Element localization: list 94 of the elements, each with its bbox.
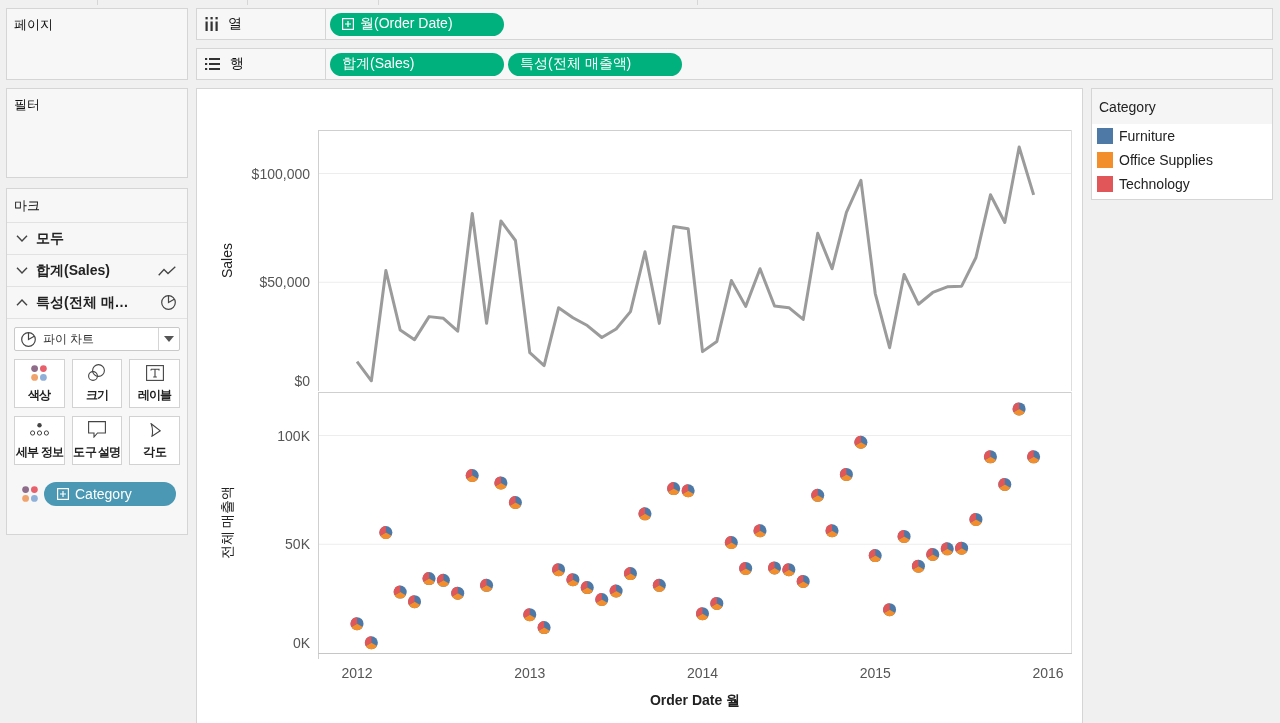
speech-bubble-icon xyxy=(88,421,106,438)
legend-title: Category xyxy=(1092,89,1272,124)
pie-marker xyxy=(1027,450,1041,464)
pie-marker xyxy=(926,547,940,561)
color-dots-icon xyxy=(31,364,48,381)
pie-marker xyxy=(940,542,954,556)
pie-marker xyxy=(883,603,897,617)
x-tick-label: 2012 xyxy=(341,665,373,681)
pie-marker xyxy=(897,529,911,543)
pie-marker xyxy=(451,586,465,600)
pie-marker xyxy=(408,595,422,609)
pie-marker xyxy=(350,617,364,631)
pie-marker xyxy=(480,578,494,592)
shelf-label: 열 xyxy=(228,15,242,33)
mark-property-button[interactable]: 레이블 xyxy=(129,359,180,408)
circles-icon xyxy=(88,364,106,381)
pie-chart-icon xyxy=(21,331,36,347)
pie-marker xyxy=(379,526,393,539)
pie-marker xyxy=(537,621,551,635)
pie-marker xyxy=(638,507,652,521)
pie-marker xyxy=(983,450,997,464)
legend-label: Furniture xyxy=(1119,128,1176,144)
legend-label: Office Supplies xyxy=(1119,152,1213,168)
caret-down-icon xyxy=(164,336,174,342)
mark-property-button[interactable]: 크기 xyxy=(71,359,123,408)
pie-chart-icon xyxy=(161,295,176,310)
dots-icon xyxy=(29,423,49,436)
pie-marker xyxy=(710,596,724,610)
legend-label: Technology xyxy=(1119,176,1190,192)
y-tick-label: $100,000 xyxy=(251,165,310,182)
columns-icon xyxy=(205,17,218,31)
pie-marker xyxy=(782,563,796,577)
card-title: 페이지 xyxy=(13,16,54,34)
list-icon xyxy=(205,58,220,70)
pie-marker xyxy=(739,561,753,575)
pie-marker xyxy=(839,467,853,481)
pie-marker xyxy=(753,524,767,538)
y-axis-title: 전체 매출액 xyxy=(219,485,235,560)
pie-marker xyxy=(422,572,436,586)
pie-marker xyxy=(955,541,969,555)
card-title: 마크 xyxy=(7,189,187,223)
mark-layer-row[interactable]: 합계(Sales) xyxy=(7,255,187,287)
pie-marker xyxy=(825,524,839,538)
pie-marker xyxy=(969,512,983,526)
mark-layer-row[interactable]: 특성(전체 매… xyxy=(7,287,187,319)
x-tick-label: 2014 xyxy=(686,665,719,681)
pie-marker xyxy=(523,608,537,622)
pie-marker xyxy=(393,585,407,599)
pie-marker xyxy=(652,578,666,592)
y-tick-label: 50K xyxy=(285,536,310,553)
pie-marker xyxy=(624,567,637,581)
pie-marker xyxy=(609,584,623,598)
pie-marker xyxy=(868,549,882,563)
color-dots-icon xyxy=(22,486,38,502)
pie-marker xyxy=(364,636,378,650)
mark-type-dropdown[interactable]: 파이 차트 xyxy=(14,327,180,351)
y-tick-label: $0 xyxy=(294,373,310,389)
pie-marker xyxy=(595,593,609,606)
y-axis-title: Sales xyxy=(219,243,235,278)
y-tick-label: $50,000 xyxy=(259,274,310,291)
line-chart-icon xyxy=(158,265,176,276)
shelf-label: 행 xyxy=(230,55,244,73)
x-tick-label: 2015 xyxy=(859,665,891,681)
pie-marker xyxy=(465,469,479,482)
pie-marker xyxy=(796,574,810,588)
x-tick-label: 2016 xyxy=(1032,665,1064,681)
pie-marker xyxy=(768,561,782,575)
pie-marker xyxy=(696,607,709,621)
pie-marker xyxy=(854,435,868,449)
pie-marker xyxy=(681,484,695,498)
y-tick-label: 0K xyxy=(292,635,310,651)
pie-marker xyxy=(508,496,522,509)
pie-marker xyxy=(580,581,594,595)
pie-marker xyxy=(998,477,1012,491)
mark-property-button[interactable]: 각도 xyxy=(129,416,180,465)
wedge-icon xyxy=(148,422,161,437)
y-tick-label: 100K xyxy=(277,427,310,444)
pie-marker xyxy=(436,573,450,587)
pie-marker xyxy=(667,482,681,496)
x-tick-label: 2013 xyxy=(514,665,546,681)
card-title: 필터 xyxy=(13,96,41,114)
mark-property-button[interactable]: 세부 정보 xyxy=(14,416,65,465)
pie-marker xyxy=(566,573,580,587)
pie-marker xyxy=(552,563,566,577)
pie-marker xyxy=(911,559,925,573)
mark-property-button[interactable]: 도구 설명 xyxy=(71,416,123,465)
pie-marker xyxy=(1012,402,1026,416)
mark-layer-row[interactable]: 모두 xyxy=(7,223,187,255)
pie-marker xyxy=(494,476,508,490)
pie-marker xyxy=(811,488,825,502)
mark-property-button[interactable]: 색상 xyxy=(14,359,65,408)
x-axis-title: Order Date 월 xyxy=(649,692,741,708)
pie-marker xyxy=(724,536,738,549)
text-box-icon xyxy=(145,364,164,381)
